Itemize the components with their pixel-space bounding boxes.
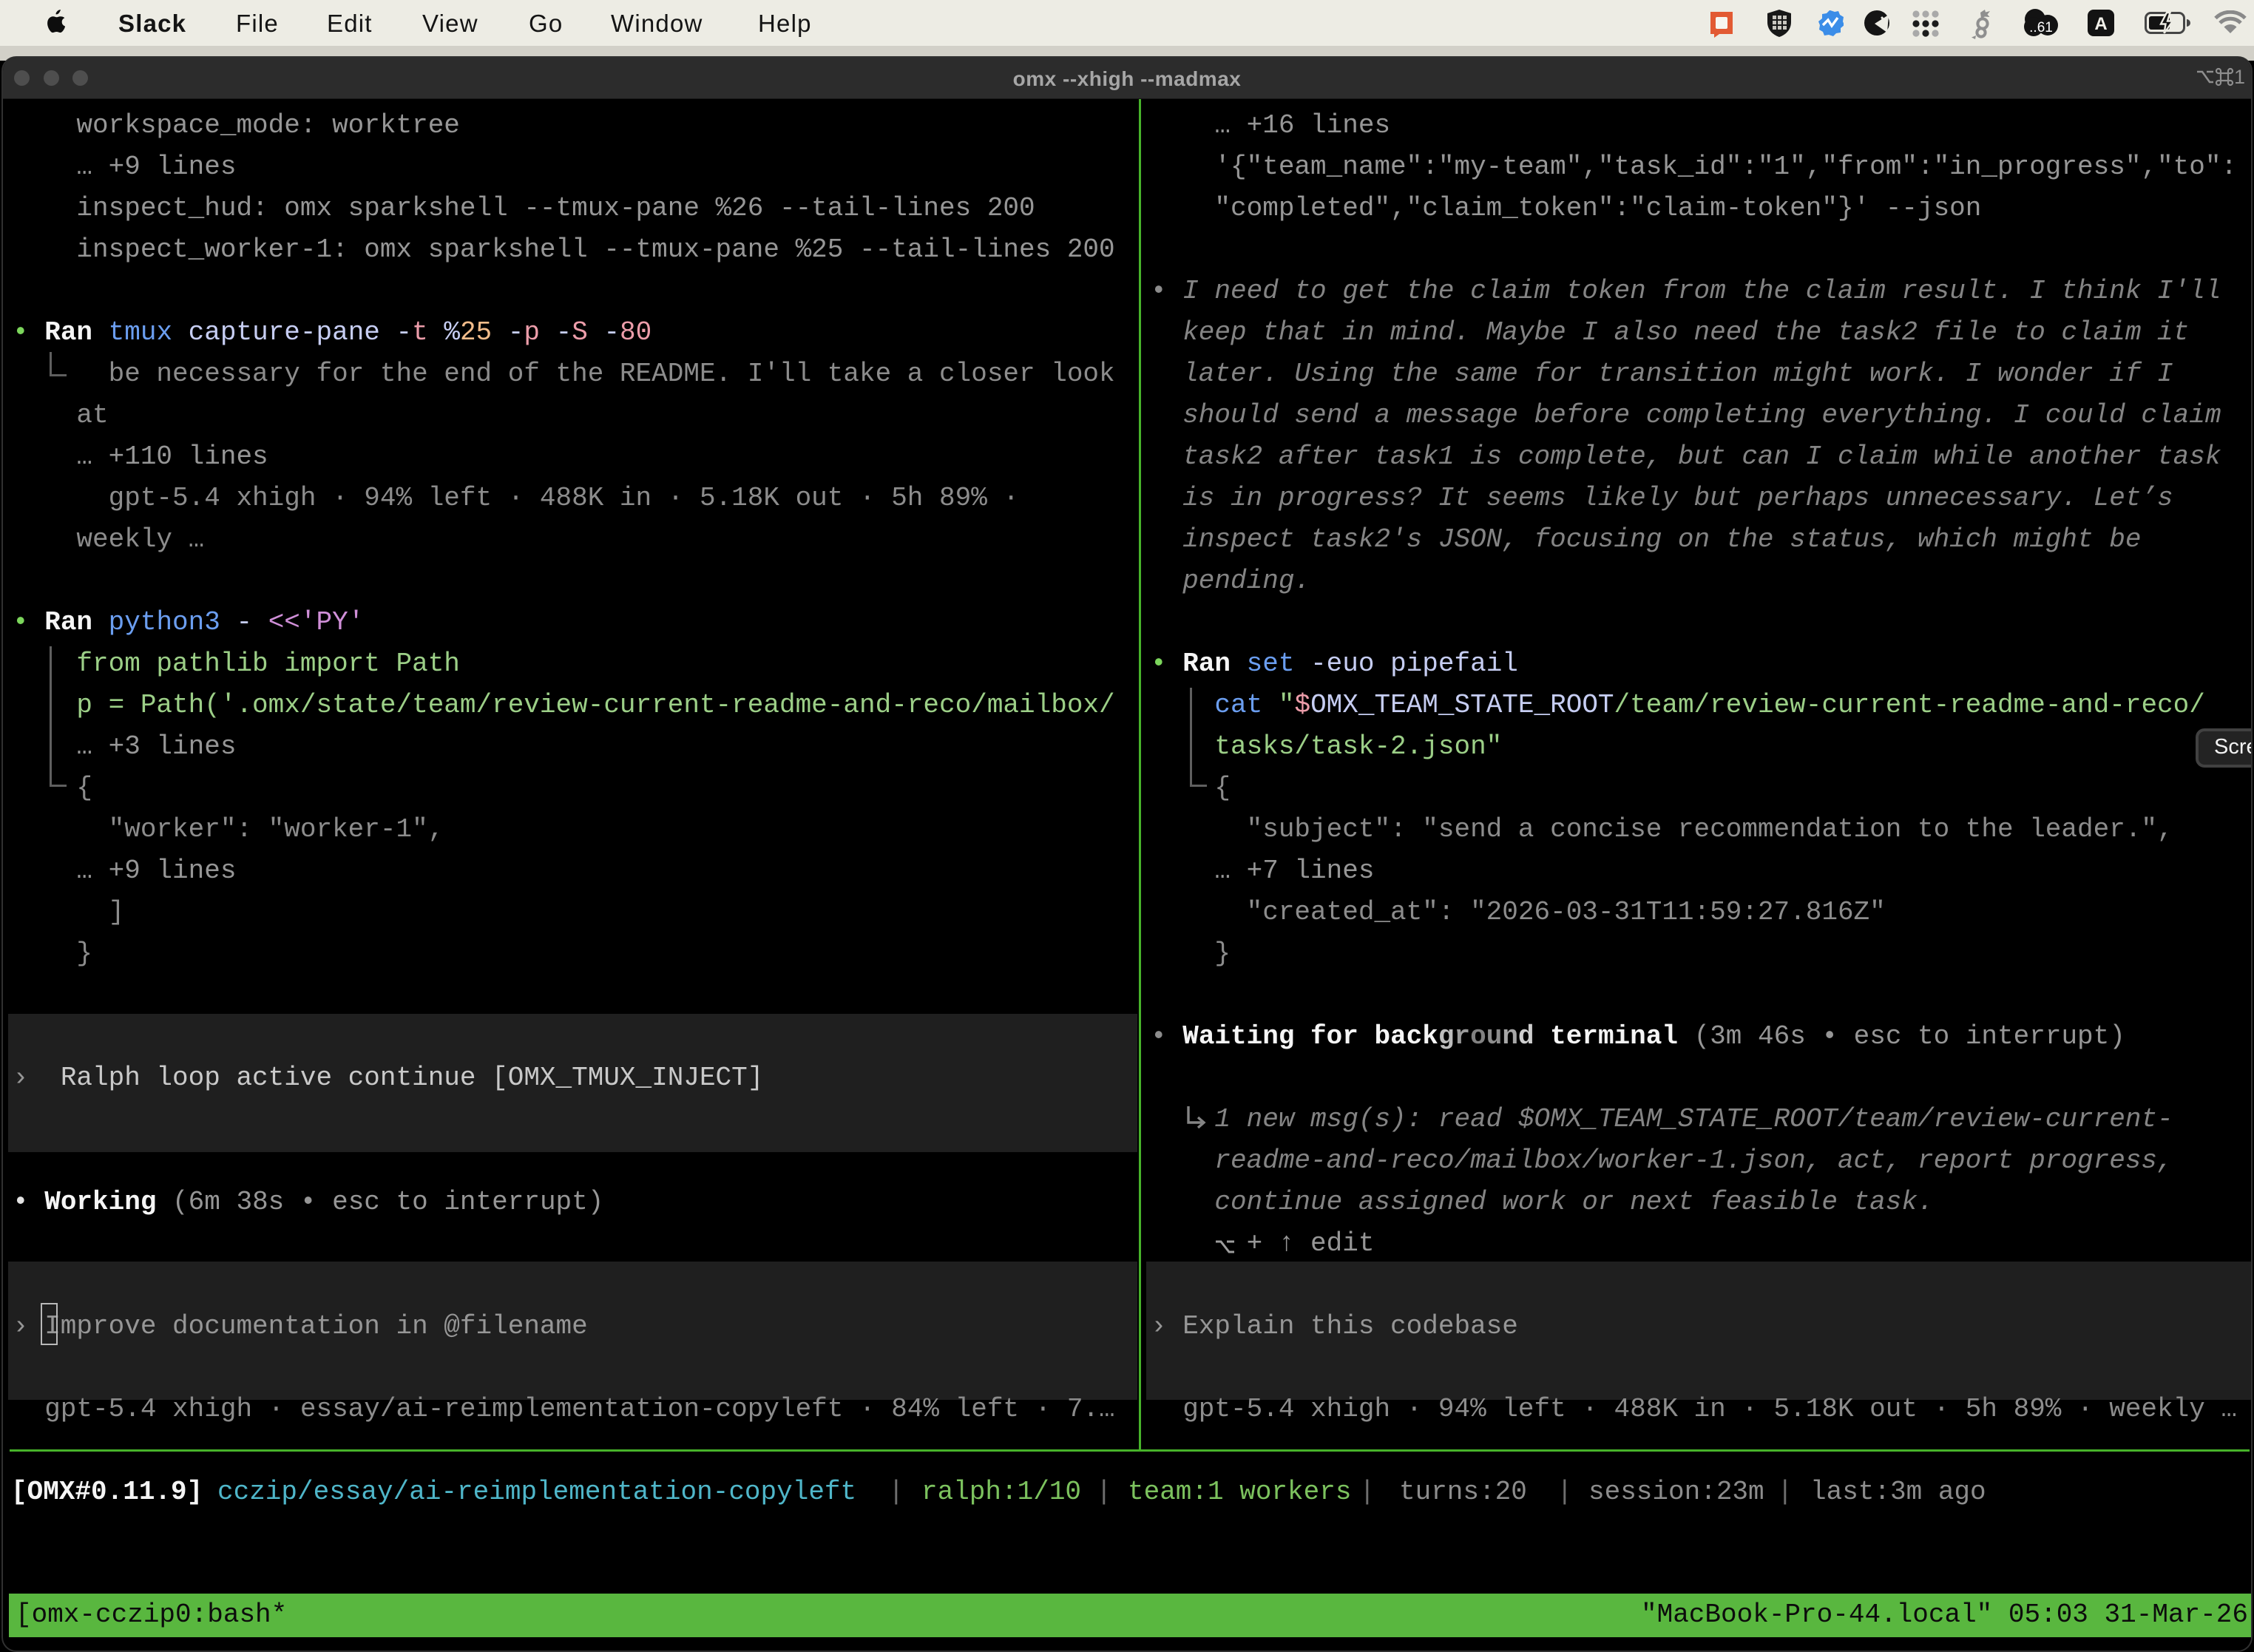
svg-text:A: A: [2094, 14, 2107, 34]
svg-text:..61: ..61: [2029, 20, 2053, 35]
